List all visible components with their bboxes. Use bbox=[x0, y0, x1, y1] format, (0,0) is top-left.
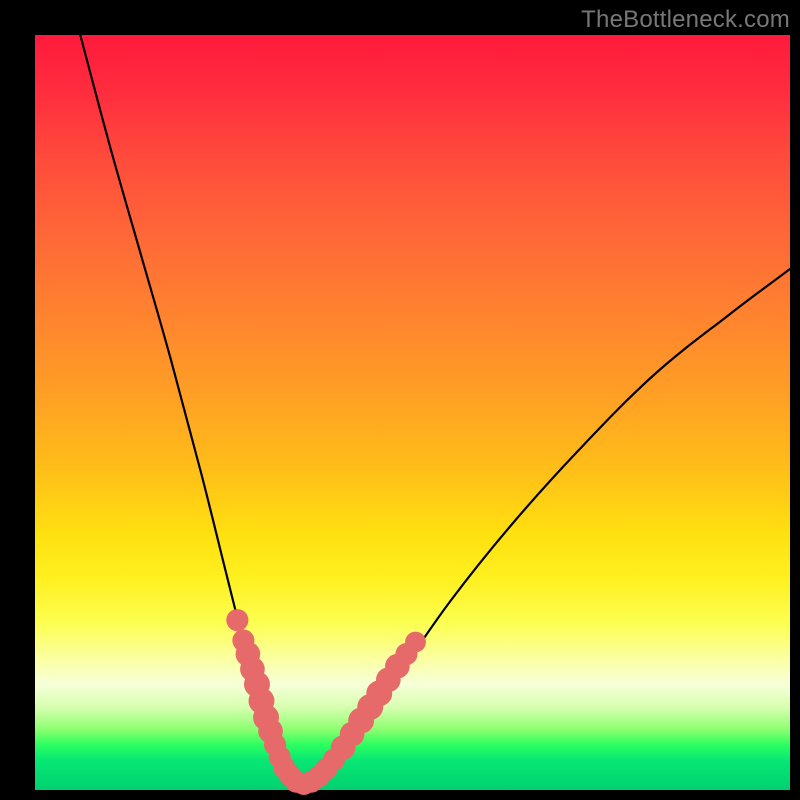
highlight-dots bbox=[226, 609, 426, 795]
chart-frame: TheBottleneck.com bbox=[0, 0, 800, 800]
watermark-text: TheBottleneck.com bbox=[581, 6, 790, 34]
chart-svg bbox=[35, 35, 790, 790]
highlight-dot bbox=[226, 609, 248, 631]
plot-area bbox=[35, 35, 790, 790]
highlight-dot bbox=[405, 632, 426, 653]
bottleneck-curve bbox=[80, 35, 790, 784]
